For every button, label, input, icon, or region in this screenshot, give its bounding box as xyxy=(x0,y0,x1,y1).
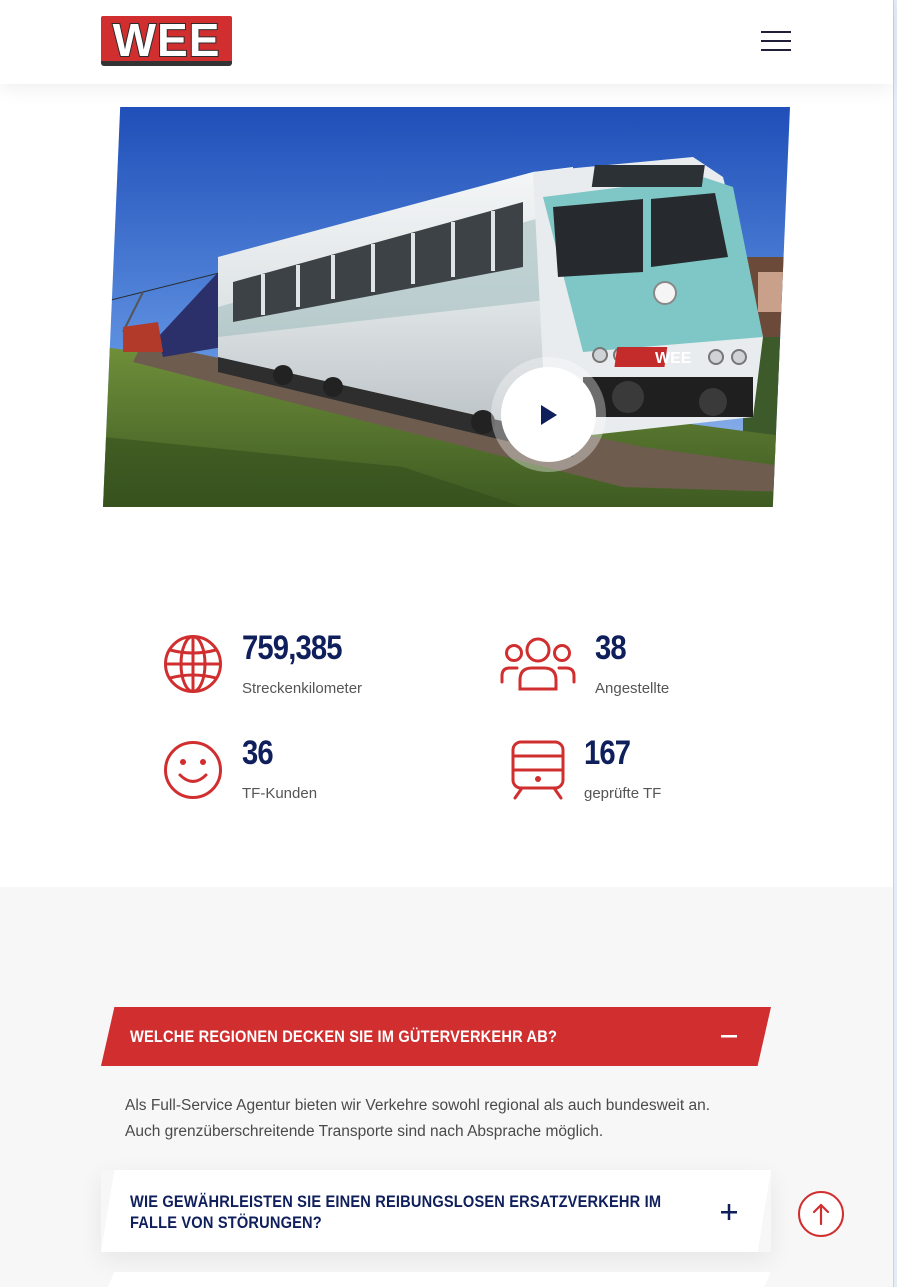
arrow-up-icon xyxy=(812,1203,830,1225)
faq-item-expanded-header[interactable]: Welche Regionen decken Sie im Güterverke… xyxy=(101,1007,771,1066)
users-icon xyxy=(500,637,576,691)
train-photo: WEE xyxy=(103,107,790,507)
play-button[interactable] xyxy=(501,367,596,462)
hamburger-menu-icon[interactable] xyxy=(761,31,791,51)
globe-icon xyxy=(164,635,222,693)
plus-icon[interactable] xyxy=(721,1204,737,1220)
scrollbar-track[interactable] xyxy=(893,0,897,1287)
site-header: WEE xyxy=(0,0,893,84)
stat-value: 167 xyxy=(584,734,631,772)
play-icon xyxy=(541,405,557,425)
stat-value: 38 xyxy=(595,629,627,667)
stat-label: Angestellte xyxy=(595,680,670,697)
svg-text:WEE: WEE xyxy=(655,350,692,367)
back-to-top-button[interactable] xyxy=(798,1191,844,1237)
logo-underline xyxy=(101,61,232,66)
stat-label: Streckenkilometer xyxy=(242,680,363,697)
faq-question: Wie gewährleisten Sie einen reibungslose… xyxy=(130,1192,662,1232)
stat-label: geprüfte TF xyxy=(584,785,662,802)
stat-value: 759,385 xyxy=(242,629,343,667)
faq-answer: Als Full-Service Agentur bieten wir Verk… xyxy=(125,1097,711,1140)
faq-item-collapsed[interactable]: Wie gewährleisten Sie einen reibungslose… xyxy=(101,1170,771,1252)
stat-label: TF-Kunden xyxy=(242,785,318,802)
logo-text: WEE xyxy=(112,14,221,66)
minus-icon[interactable] xyxy=(721,1035,737,1039)
faq-question: Welche Regionen decken Sie im Güterverke… xyxy=(130,1027,558,1046)
faq-item-next[interactable] xyxy=(101,1272,771,1287)
wee-logo[interactable]: WEE xyxy=(101,16,232,66)
stat-value: 36 xyxy=(242,734,274,772)
train-icon xyxy=(511,740,565,800)
video-thumbnail[interactable]: WEE xyxy=(103,107,790,507)
smiley-icon xyxy=(164,741,222,799)
